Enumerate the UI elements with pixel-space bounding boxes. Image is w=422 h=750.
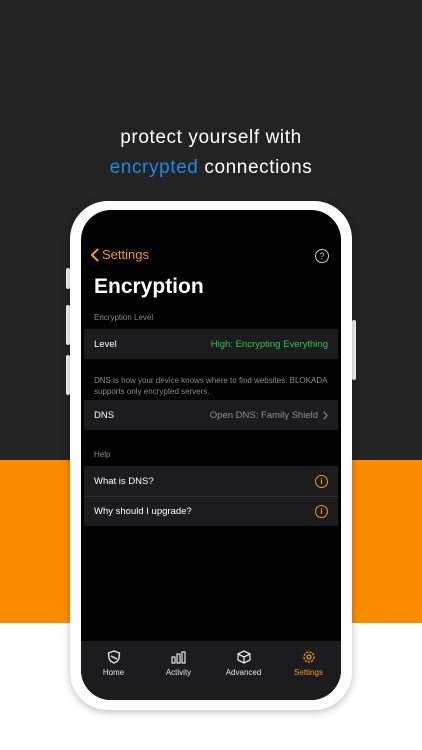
headline-line-2: encrypted connections <box>0 157 422 179</box>
encryption-level-row[interactable]: Level High: Encrypting Everything <box>84 329 338 359</box>
cube-icon <box>236 650 251 664</box>
info-icon[interactable]: i <box>315 474 328 488</box>
bar-chart-icon <box>171 651 186 664</box>
headline-rest: connections <box>198 157 313 178</box>
dns-description: DNS is how your device knows where to fi… <box>94 376 327 396</box>
section-label-help: Help <box>94 450 111 459</box>
help-item-what-is-dns[interactable]: What is DNS? i <box>84 466 338 496</box>
section-label-encryption-level: Encryption Level <box>94 313 154 322</box>
help-item-why-upgrade[interactable]: Why should I upgrade? i <box>84 496 338 526</box>
gear-icon <box>302 651 315 663</box>
headline-accent-word: encrypted <box>109 157 199 178</box>
tab-activity[interactable]: Activity <box>153 650 205 677</box>
headline-line-1: protect yourself with <box>120 127 302 148</box>
tab-advanced-label: Advanced <box>225 668 262 677</box>
tab-home-label: Home <box>102 668 125 677</box>
chevron-right-icon <box>323 410 328 420</box>
tab-bar: Home Activity Advanced Settings <box>81 641 341 700</box>
chevron-left-icon <box>91 248 99 261</box>
tab-settings[interactable]: Settings <box>283 650 335 677</box>
phone-screen: Settings ? Encryption Encryption Level L… <box>81 210 341 700</box>
dns-value: Open DNS: Family Shield <box>209 409 318 421</box>
dns-row-label: DNS <box>94 409 115 421</box>
tab-advanced[interactable]: Advanced <box>218 650 270 677</box>
help-item-label: Why should I upgrade? <box>94 506 192 517</box>
back-button-label: Settings <box>102 247 149 262</box>
dns-row[interactable]: DNS Open DNS: Family Shield <box>84 400 338 430</box>
shield-icon <box>107 650 120 664</box>
info-icon[interactable]: i <box>315 505 328 518</box>
back-button[interactable]: Settings <box>90 247 149 262</box>
phone-power-button <box>352 320 356 380</box>
help-item-label: What is DNS? <box>94 475 154 487</box>
encryption-level-row-label: Level <box>94 338 117 350</box>
page-title: Encryption <box>94 275 204 298</box>
tab-home[interactable]: Home <box>88 650 140 677</box>
question-circle-icon[interactable]: ? <box>315 249 329 263</box>
tab-activity-label: Activity <box>165 668 192 677</box>
tab-settings-label: Settings <box>294 668 323 677</box>
encryption-level-value: High: Encrypting Everything <box>210 338 328 350</box>
